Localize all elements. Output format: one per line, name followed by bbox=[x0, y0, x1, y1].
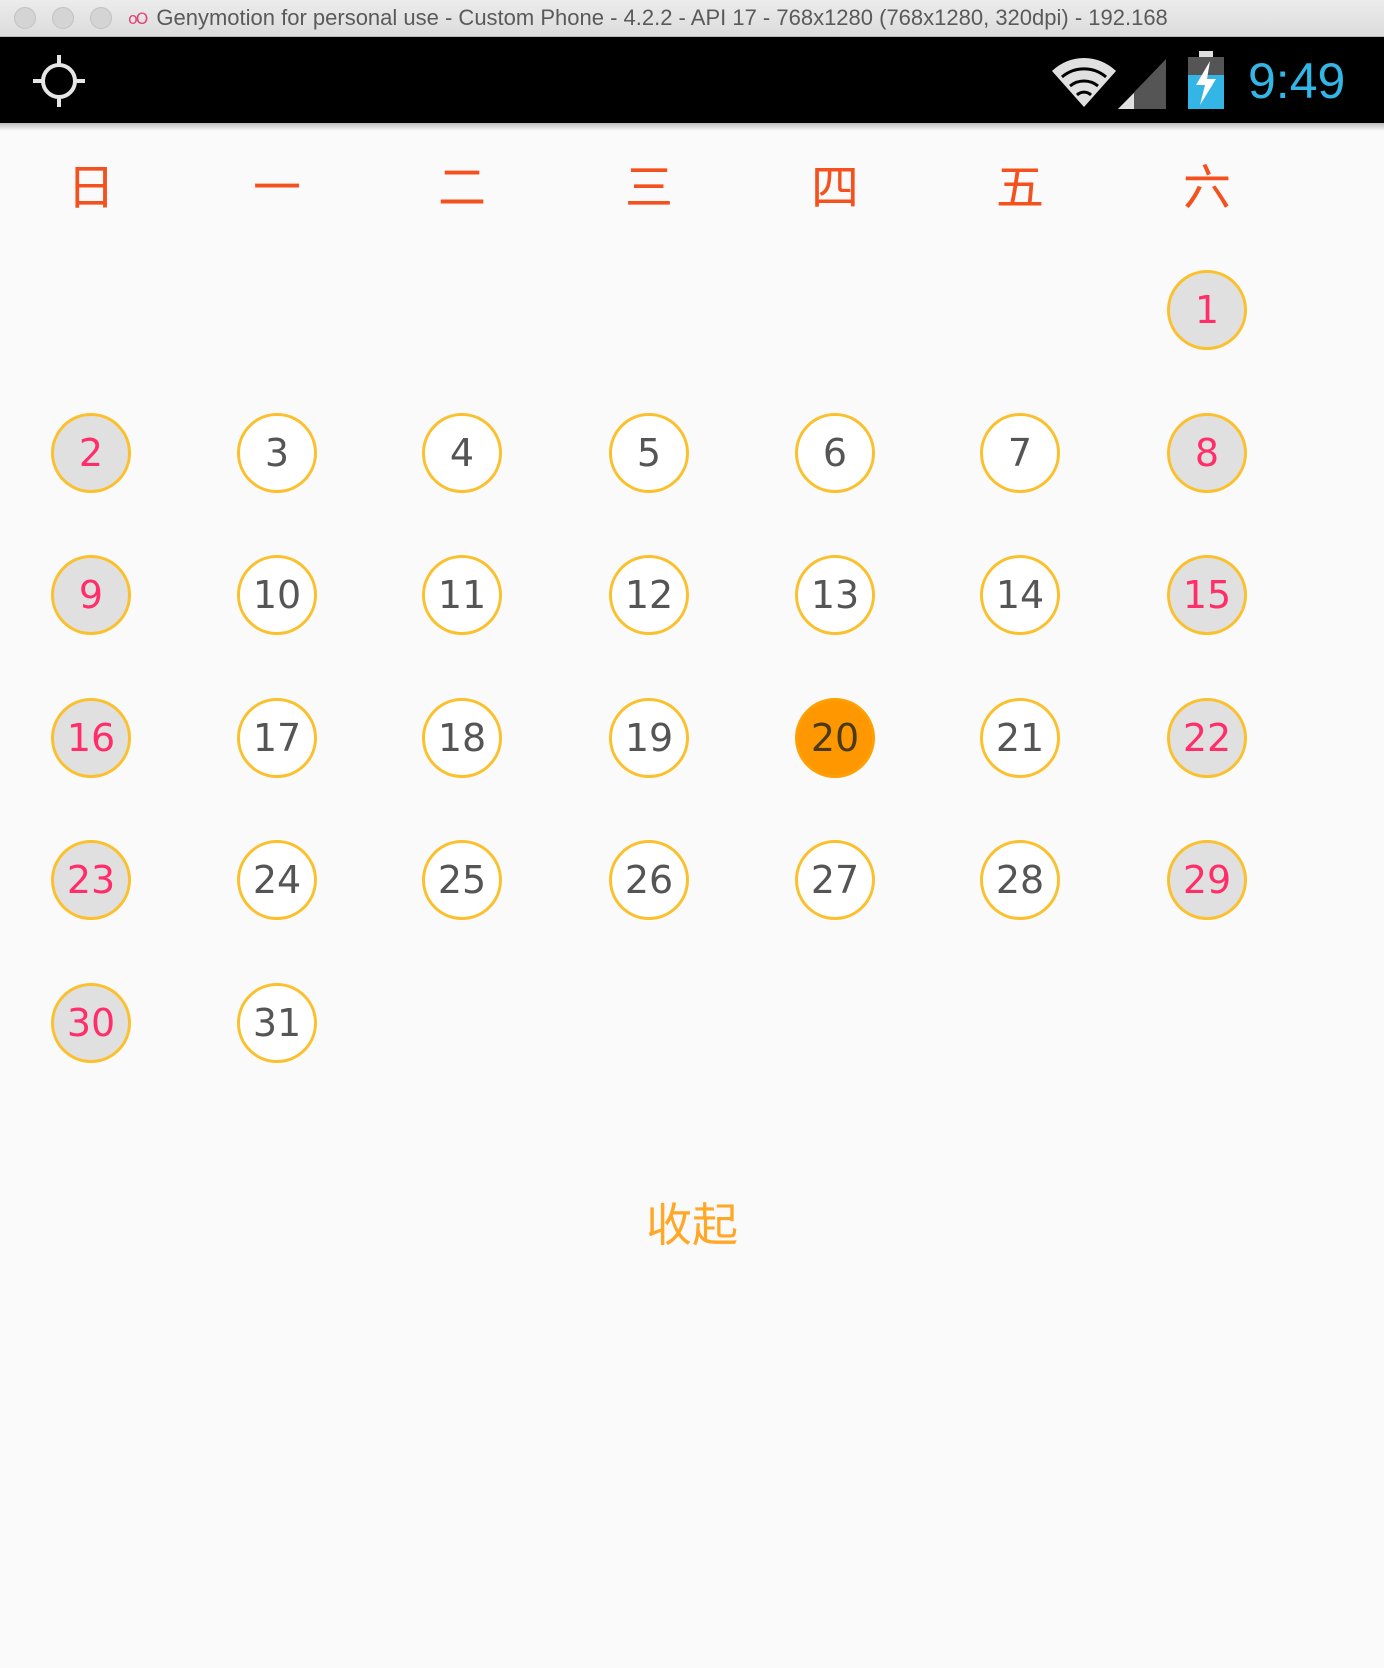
weekday-label: 二 bbox=[437, 160, 486, 216]
calendar-day[interactable]: 25 bbox=[422, 840, 502, 920]
calendar-day[interactable]: 14 bbox=[980, 555, 1060, 635]
calendar-day[interactable]: 23 bbox=[51, 840, 131, 920]
calendar-day[interactable]: 26 bbox=[609, 840, 689, 920]
calendar-day[interactable]: 10 bbox=[237, 555, 317, 635]
weekday-label: 一 bbox=[252, 160, 301, 216]
calendar-day[interactable]: 3 bbox=[237, 413, 317, 493]
signal-icon bbox=[1118, 59, 1166, 109]
window-controls bbox=[14, 7, 112, 29]
calendar-day[interactable]: 29 bbox=[1167, 840, 1247, 920]
calendar-day[interactable]: 6 bbox=[795, 413, 875, 493]
close-window-button[interactable] bbox=[14, 7, 36, 29]
genymotion-logo-icon: oO bbox=[128, 8, 148, 28]
status-clock: 9:49 bbox=[1248, 53, 1346, 109]
calendar-day[interactable]: 15 bbox=[1167, 555, 1247, 635]
calendar-day[interactable]: 21 bbox=[980, 698, 1060, 778]
weekday-label: 日 bbox=[66, 160, 115, 216]
calendar-day[interactable]: 2 bbox=[51, 413, 131, 493]
weekday-header-row: 日一二三四五六 bbox=[0, 148, 1384, 228]
calendar-day[interactable]: 11 bbox=[422, 555, 502, 635]
calendar-day[interactable]: 13 bbox=[795, 555, 875, 635]
collapse-button[interactable]: 收起 bbox=[592, 1190, 792, 1260]
calendar-day[interactable]: 9 bbox=[51, 555, 131, 635]
window-title: Genymotion for personal use - Custom Pho… bbox=[156, 5, 1168, 30]
zoom-window-button[interactable] bbox=[90, 7, 112, 29]
calendar-day[interactable]: 12 bbox=[609, 555, 689, 635]
calendar-day[interactable]: 24 bbox=[237, 840, 317, 920]
calendar-day[interactable]: 19 bbox=[609, 698, 689, 778]
window-title-bar: oO Genymotion for personal use - Custom … bbox=[0, 0, 1384, 37]
calendar-day[interactable]: 31 bbox=[237, 983, 317, 1063]
status-bar-shadow bbox=[0, 123, 1384, 131]
weekday-label: 五 bbox=[995, 160, 1044, 216]
weekday-label: 六 bbox=[1182, 160, 1231, 216]
gps-icon bbox=[33, 55, 85, 107]
calendar-day[interactable]: 16 bbox=[51, 698, 131, 778]
wifi-icon bbox=[1052, 58, 1116, 107]
calendar-day[interactable]: 8 bbox=[1167, 413, 1247, 493]
calendar-day[interactable]: 5 bbox=[609, 413, 689, 493]
calendar-day[interactable]: 18 bbox=[422, 698, 502, 778]
calendar-day[interactable]: 28 bbox=[980, 840, 1060, 920]
weekday-label: 三 bbox=[624, 160, 673, 216]
screen: oO Genymotion for personal use - Custom … bbox=[0, 0, 1384, 1668]
calendar-day[interactable]: 22 bbox=[1167, 698, 1247, 778]
calendar-day[interactable]: 1 bbox=[1167, 270, 1247, 350]
calendar-day[interactable]: 27 bbox=[795, 840, 875, 920]
android-status-bar: 9:49 bbox=[0, 37, 1384, 123]
minimize-window-button[interactable] bbox=[52, 7, 74, 29]
calendar-day-selected[interactable]: 20 bbox=[795, 698, 875, 778]
calendar-day[interactable]: 17 bbox=[237, 698, 317, 778]
calendar-day[interactable]: 30 bbox=[51, 983, 131, 1063]
calendar-day[interactable]: 7 bbox=[980, 413, 1060, 493]
battery-charging-icon bbox=[1188, 51, 1224, 109]
calendar-day[interactable]: 4 bbox=[422, 413, 502, 493]
weekday-label: 四 bbox=[810, 160, 859, 216]
